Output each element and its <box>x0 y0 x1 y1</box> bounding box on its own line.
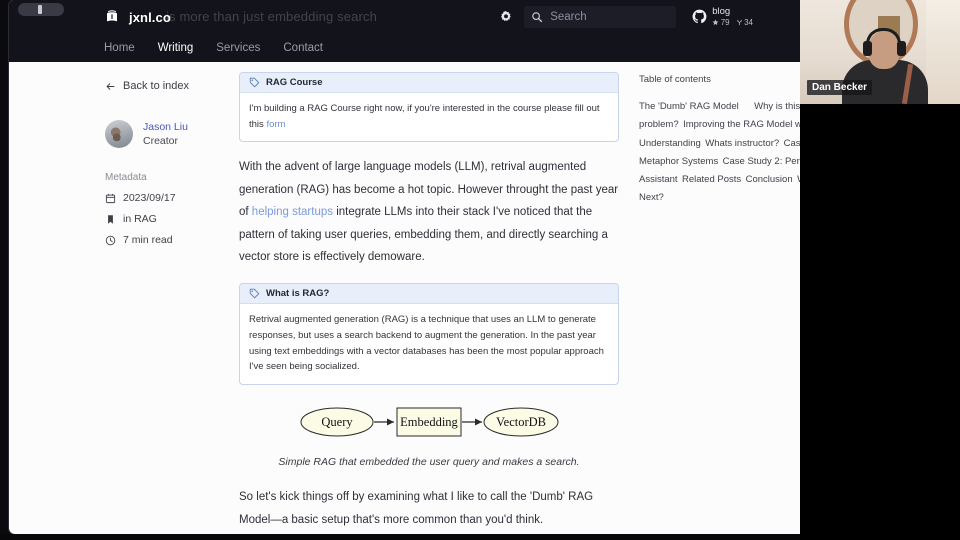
github-star-count: 79 <box>720 17 730 27</box>
webcam-participant-name: Dan Becker <box>807 80 873 95</box>
site-header: is more than just embedding search jxnl.… <box>9 0 861 62</box>
paragraph-after-diagram: So let's kick things off by examining wh… <box>239 491 594 526</box>
book-icon <box>107 10 117 22</box>
metadata-category-label: in RAG <box>123 213 157 226</box>
webcam-wall <box>926 0 960 104</box>
callout-header: RAG Course <box>240 73 618 93</box>
diagram-node-vectordb: VectorDB <box>496 415 546 429</box>
gear-icon <box>501 10 511 22</box>
callout-body-text: I'm building a RAG Course right now, if … <box>249 103 600 130</box>
back-to-index-link[interactable]: Back to index <box>105 80 239 92</box>
hero-ghost-text: is more than just embedding search <box>166 9 378 24</box>
callout-what-is-rag: What is RAG? Retrival augmented generati… <box>239 283 619 386</box>
article-sidebar: Back to index Jason Liu Creator Metadata <box>9 72 239 534</box>
github-star-stat: 79 <box>712 17 730 27</box>
bookmark-icon <box>108 215 113 224</box>
settings-button[interactable] <box>496 7 516 27</box>
github-fork-stat: 34 <box>736 18 753 27</box>
star-icon <box>712 19 719 25</box>
author-block: Jason Liu Creator <box>105 120 239 149</box>
calendar-icon <box>105 193 116 203</box>
primary-nav: Home Writing Services Contact <box>9 34 861 62</box>
intro-paragraph: With the advent of large language models… <box>239 156 619 268</box>
nav-item-contact[interactable]: Contact <box>283 42 323 54</box>
brand-name: jxnl.co <box>129 9 171 25</box>
callout-body: I'm building a RAG Course right now, if … <box>240 93 618 141</box>
diagram-node-embedding: Embedding <box>400 415 458 429</box>
callout-header: What is RAG? <box>240 284 618 305</box>
webcam-headset-left <box>863 41 872 56</box>
metadata-readtime: 7 min read <box>105 234 239 246</box>
metadata-date-label: 2023/09/17 <box>123 192 176 205</box>
github-fork-count: 34 <box>744 17 753 27</box>
diagram-node-query: Query <box>321 415 353 429</box>
header-top-row: is more than just embedding search jxnl.… <box>9 0 861 34</box>
callout-title: What is RAG? <box>266 288 330 300</box>
toc-item-conclusion[interactable]: Conclusion <box>746 174 793 185</box>
metadata-date: 2023/09/17 <box>105 192 239 204</box>
fork-icon <box>736 19 742 26</box>
helping-startups-link[interactable]: helping startups <box>252 206 333 218</box>
callout-body: Retrival augmented generation (RAG) is a… <box>249 314 604 373</box>
github-icon <box>692 10 707 24</box>
nav-item-services[interactable]: Services <box>216 42 260 54</box>
toc-item-related-posts[interactable]: Related Posts <box>682 174 741 185</box>
search-placeholder: Search <box>550 11 587 23</box>
webcam-video-tile[interactable]: Dan Becker <box>800 0 960 104</box>
tag-icon <box>249 289 260 299</box>
article-body: RAG Course I'm building a RAG Course rig… <box>239 72 619 534</box>
metadata-category: in RAG <box>105 213 239 225</box>
toc-item-dumb-rag-model[interactable]: The 'Dumb' RAG Model <box>639 101 739 112</box>
toc-item-whats-instructor[interactable]: Whats instructor? <box>705 138 779 149</box>
metadata-heading: Metadata <box>105 172 147 184</box>
author-role: Creator <box>143 135 179 148</box>
window-tab-pill[interactable] <box>18 3 64 16</box>
browser-window: is more than just embedding search jxnl.… <box>9 0 861 534</box>
tag-icon <box>249 77 260 88</box>
callout-form-link[interactable]: form <box>266 119 285 130</box>
callout-rag-course: RAG Course I'm building a RAG Course rig… <box>239 72 619 143</box>
nav-item-home[interactable]: Home <box>104 42 135 54</box>
rag-flow-diagram: Query Embedding VectorDB Simple RAG that… <box>239 399 619 468</box>
diagram-caption: Simple RAG that embedded the user query … <box>278 456 580 469</box>
callout-title: RAG Course <box>266 77 323 88</box>
screen-share-surface: is more than just embedding search jxnl.… <box>0 0 960 540</box>
github-meta: blog 79 34 <box>712 5 753 27</box>
brand[interactable]: jxnl.co <box>104 9 171 25</box>
github-repo-badge[interactable]: blog 79 34 <box>692 5 753 27</box>
metadata-readtime-label: 7 min read <box>123 234 173 247</box>
back-to-index-label: Back to index <box>123 80 190 92</box>
search-input[interactable]: Search <box>524 6 677 28</box>
search-icon <box>532 12 543 23</box>
clock-icon <box>105 235 116 246</box>
diagram-svg: Query Embedding VectorDB <box>300 407 559 437</box>
nav-item-writing[interactable]: Writing <box>158 42 194 54</box>
page-content: Back to index Jason Liu Creator Metadata <box>9 62 861 534</box>
webcam-headset-right <box>897 41 906 56</box>
author-name-link[interactable]: Jason Liu <box>143 120 188 134</box>
github-stats: 79 34 <box>712 18 753 27</box>
avatar <box>105 120 133 149</box>
github-repo-name: blog <box>712 5 731 17</box>
arrow-left-icon <box>106 82 115 90</box>
webcam-below-filler <box>800 104 960 540</box>
